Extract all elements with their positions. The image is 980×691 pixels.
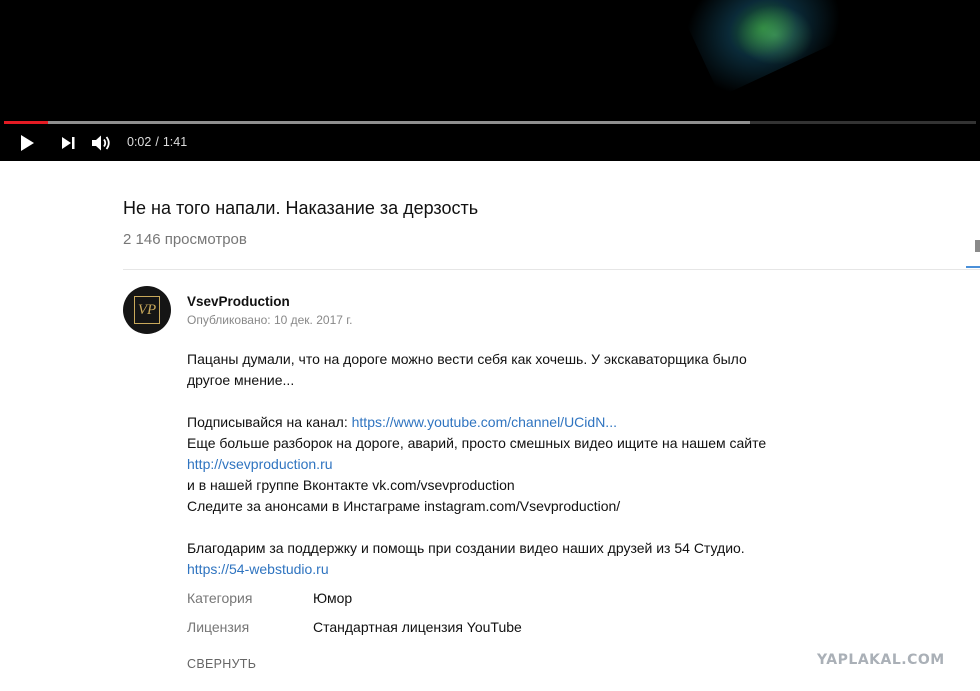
time-display: 0:02/1:41: [127, 135, 187, 149]
website-link[interactable]: http://vsevproduction.ru: [187, 456, 333, 472]
description-line: https://54-webstudio.ru: [187, 559, 807, 580]
description-line: Пацаны думали, что на дороге можно вести…: [187, 351, 747, 367]
video-title: Не на того напали. Наказание за дерзость: [123, 198, 479, 218]
collapse-button[interactable]: СВЕРНУТЬ: [187, 657, 256, 671]
channel-avatar[interactable]: VP: [123, 286, 171, 334]
subscribe-text: Подписывайся на канал:: [187, 414, 352, 430]
description-blank-line: [187, 391, 807, 412]
time-current: 0:02: [127, 135, 152, 149]
description-line: Благодарим за поддержку и помощь при соз…: [187, 540, 745, 556]
next-button[interactable]: [55, 131, 81, 155]
description-line: Подписывайся на канал: https://www.youtu…: [187, 412, 807, 433]
next-icon: [62, 137, 75, 149]
channel-link[interactable]: https://www.youtube.com/channel/UCidN...: [352, 414, 617, 430]
divider: [123, 269, 980, 270]
time-total: 1:41: [162, 135, 188, 149]
watermark-logo: YAPLAKAL.COM: [817, 652, 945, 668]
time-separator: /: [155, 135, 159, 149]
published-date: Опубликовано: 10 дек. 2017 г.: [187, 313, 353, 327]
description-line: Следите за анонсами в Инстаграме instagr…: [187, 498, 621, 514]
view-count: 2 146 просмотров: [123, 231, 247, 248]
description-line: Еще больше разборок на дороге, аварий, п…: [187, 435, 767, 451]
category-label: Категория: [187, 590, 253, 606]
description-blank-line: [187, 517, 807, 538]
video-frame[interactable]: [0, 0, 980, 120]
volume-icon: [92, 135, 110, 151]
progress-played: [4, 121, 48, 124]
channel-logo: VP: [134, 296, 160, 324]
progress-buffered: [4, 121, 750, 124]
studio-link[interactable]: https://54-webstudio.ru: [187, 561, 329, 577]
player-controls: 0:02/1:41: [0, 128, 980, 158]
license-label: Лицензия: [187, 619, 250, 635]
description-line: другое мнение...: [187, 372, 295, 388]
description-line: http://vsevproduction.ru: [187, 454, 807, 475]
description-line: и в нашей группе Вконтакте vk.com/vsevpr…: [187, 477, 515, 493]
play-icon: [21, 135, 34, 151]
video-player[interactable]: 0:02/1:41: [0, 0, 980, 161]
license-value: Стандартная лицензия YouTube: [313, 619, 522, 635]
progress-bar[interactable]: [4, 121, 976, 124]
cut-off-underline: [966, 266, 980, 268]
cut-off-control[interactable]: [975, 240, 980, 252]
volume-button[interactable]: [89, 131, 115, 155]
play-button[interactable]: [14, 131, 40, 155]
category-value[interactable]: Юмор: [313, 590, 352, 606]
video-description: Пацаны думали, что на дороге можно вести…: [187, 349, 807, 580]
channel-name[interactable]: VsevProduction: [187, 294, 290, 309]
video-content-glow-2: [730, 0, 820, 70]
